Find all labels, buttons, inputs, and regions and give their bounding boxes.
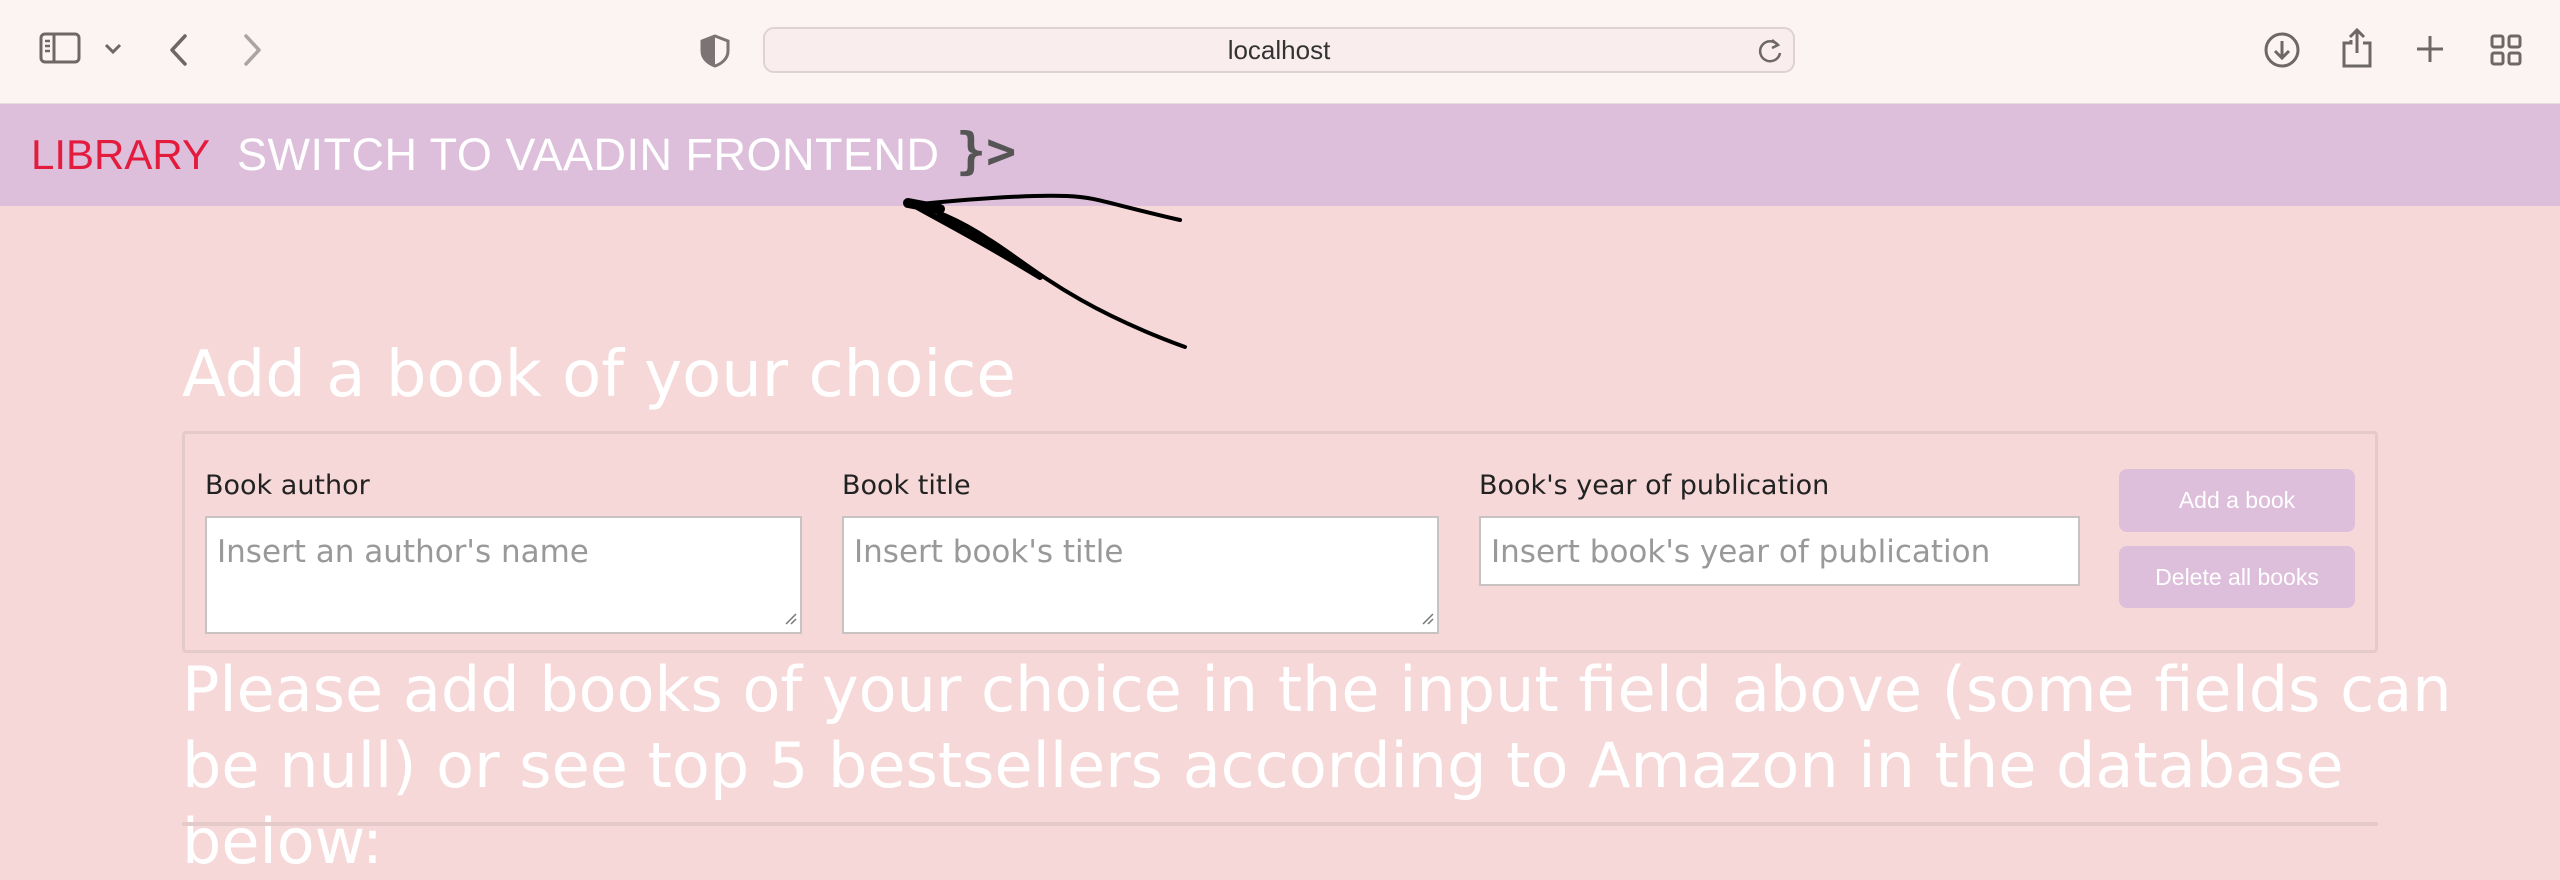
page-heading: Add a book of your choice	[182, 338, 1016, 412]
back-icon[interactable]	[168, 33, 190, 67]
reload-icon[interactable]	[1757, 37, 1783, 69]
annotation-arrow	[900, 185, 1200, 359]
vaadin-logo: }>	[956, 122, 1017, 180]
chevron-down-icon[interactable]	[103, 42, 123, 56]
tab-overview-icon[interactable]	[2489, 33, 2523, 67]
delete-all-books-button[interactable]: Delete all books	[2119, 546, 2355, 608]
title-label: Book title	[842, 470, 971, 501]
year-field[interactable]: Insert book's year of publication	[1479, 516, 2080, 586]
sidebar-icon[interactable]	[38, 30, 82, 66]
author-placeholder: Insert an author's name	[217, 534, 589, 570]
author-label: Book author	[205, 470, 370, 501]
add-book-button[interactable]: Add a book	[2119, 469, 2355, 532]
forward-icon[interactable]	[241, 33, 263, 67]
share-icon[interactable]	[2340, 27, 2374, 69]
new-tab-icon[interactable]	[2414, 33, 2446, 65]
url-text: localhost	[1227, 35, 1331, 65]
download-icon[interactable]	[2263, 31, 2301, 69]
brand-library[interactable]: LIBRARY	[31, 104, 210, 206]
author-field[interactable]: Insert an author's name	[205, 516, 802, 634]
shield-icon[interactable]	[700, 34, 730, 68]
browser-toolbar: localhost	[0, 0, 2560, 104]
title-placeholder: Insert book's title	[854, 534, 1124, 570]
resize-handle-icon[interactable]	[1422, 610, 1434, 629]
resize-handle-icon[interactable]	[785, 610, 797, 629]
year-placeholder: Insert book's year of publication	[1491, 534, 1991, 570]
app-header: LIBRARY SWITCH TO VAADIN FRONTEND	[0, 104, 2560, 206]
address-bar[interactable]: localhost	[763, 27, 1795, 73]
switch-to-vaadin-link[interactable]: SWITCH TO VAADIN FRONTEND	[237, 104, 940, 206]
add-book-form: Book author Insert an author's name Book…	[182, 431, 2378, 653]
instructions-text: Please add books of your choice in the i…	[182, 653, 2452, 878]
year-label: Book's year of publication	[1479, 470, 1830, 501]
table-top-border	[182, 822, 2378, 826]
title-field[interactable]: Insert book's title	[842, 516, 1439, 634]
